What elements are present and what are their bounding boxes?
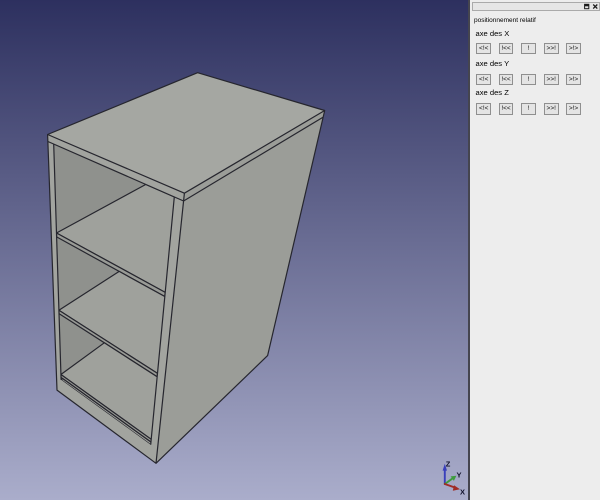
svg-text:X: X xyxy=(460,488,465,497)
svg-text:Y: Y xyxy=(457,471,462,480)
svg-text:Z: Z xyxy=(446,460,451,469)
